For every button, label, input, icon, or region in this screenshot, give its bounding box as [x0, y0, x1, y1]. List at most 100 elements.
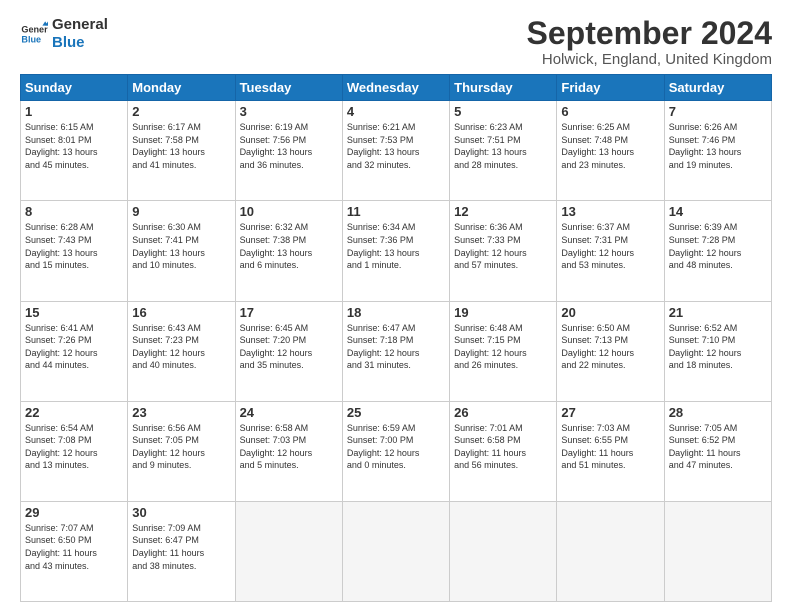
- calendar-cell: 17Sunrise: 6:45 AMSunset: 7:20 PMDayligh…: [235, 301, 342, 401]
- calendar-cell: 15 Sunrise: 6:41 AMSunset: 7:26 PMDayligh…: [21, 301, 128, 401]
- calendar-header-saturday: Saturday: [664, 75, 771, 101]
- day-number: 12: [454, 204, 552, 219]
- calendar-header-sunday: Sunday: [21, 75, 128, 101]
- calendar-header-wednesday: Wednesday: [342, 75, 449, 101]
- location: Holwick, England, United Kingdom: [527, 51, 772, 68]
- calendar-cell: [557, 501, 664, 601]
- calendar-week-row-0: 1 Sunrise: 6:15 AMSunset: 8:01 PMDaylight…: [21, 101, 772, 201]
- day-number: 18: [347, 305, 445, 320]
- day-number: 21: [669, 305, 767, 320]
- cell-text: Sunrise: 6:32 AMSunset: 7:38 PMDaylight:…: [240, 221, 338, 271]
- day-number: 9: [132, 204, 230, 219]
- calendar-week-row-4: 29Sunrise: 7:07 AMSunset: 6:50 PMDayligh…: [21, 501, 772, 601]
- cell-text: Sunrise: 6:25 AMSunset: 7:48 PMDaylight:…: [561, 121, 659, 171]
- day-number: 23: [132, 405, 230, 420]
- logo: General Blue General Blue: [20, 16, 108, 52]
- cell-text: Sunrise: 6:37 AMSunset: 7:31 PMDaylight:…: [561, 221, 659, 271]
- calendar-cell: 11 Sunrise: 6:34 AMSunset: 7:36 PMDayligh…: [342, 201, 449, 301]
- logo-icon: General Blue: [20, 20, 48, 48]
- day-number: 7: [669, 104, 767, 119]
- cell-text: Sunrise: 6:30 AMSunset: 7:41 PMDaylight:…: [132, 221, 230, 271]
- day-number: 15: [25, 305, 123, 320]
- day-number: 11: [347, 204, 445, 219]
- calendar-table: SundayMondayTuesdayWednesdayThursdayFrid…: [20, 74, 772, 602]
- calendar-cell: 8 Sunrise: 6:28 AMSunset: 7:43 PMDaylight…: [21, 201, 128, 301]
- cell-text: Sunrise: 6:48 AMSunset: 7:15 PMDaylight:…: [454, 322, 552, 372]
- calendar-cell: 13 Sunrise: 6:37 AMSunset: 7:31 PMDayligh…: [557, 201, 664, 301]
- calendar-cell: 26Sunrise: 7:01 AMSunset: 6:58 PMDayligh…: [450, 401, 557, 501]
- cell-text: Sunrise: 6:26 AMSunset: 7:46 PMDaylight:…: [669, 121, 767, 171]
- day-number: 20: [561, 305, 659, 320]
- cell-text: Sunrise: 7:07 AMSunset: 6:50 PMDaylight:…: [25, 522, 123, 572]
- calendar-week-row-3: 22 Sunrise: 6:54 AMSunset: 7:08 PMDayligh…: [21, 401, 772, 501]
- calendar-cell: [342, 501, 449, 601]
- month-title: September 2024: [527, 16, 772, 51]
- calendar-cell: 22 Sunrise: 6:54 AMSunset: 7:08 PMDayligh…: [21, 401, 128, 501]
- calendar-cell: 2Sunrise: 6:17 AMSunset: 7:58 PMDaylight…: [128, 101, 235, 201]
- cell-text: Sunrise: 6:34 AMSunset: 7:36 PMDaylight:…: [347, 221, 445, 271]
- logo-blue: Blue: [52, 34, 108, 52]
- calendar-cell: 14 Sunrise: 6:39 AMSunset: 7:28 PMDayligh…: [664, 201, 771, 301]
- calendar-cell: [450, 501, 557, 601]
- calendar-cell: 10 Sunrise: 6:32 AMSunset: 7:38 PMDayligh…: [235, 201, 342, 301]
- calendar-cell: 16 Sunrise: 6:43 AMSunset: 7:23 PMDayligh…: [128, 301, 235, 401]
- day-number: 17: [240, 305, 338, 320]
- calendar-week-row-2: 15 Sunrise: 6:41 AMSunset: 7:26 PMDayligh…: [21, 301, 772, 401]
- calendar-cell: 25 Sunrise: 6:59 AMSunset: 7:00 PMDayligh…: [342, 401, 449, 501]
- cell-text: Sunrise: 6:43 AMSunset: 7:23 PMDaylight:…: [132, 322, 230, 372]
- calendar-cell: 29Sunrise: 7:07 AMSunset: 6:50 PMDayligh…: [21, 501, 128, 601]
- cell-text: Sunrise: 6:39 AMSunset: 7:28 PMDaylight:…: [669, 221, 767, 271]
- header: General Blue General Blue September 2024…: [20, 16, 772, 68]
- calendar-cell: 30Sunrise: 7:09 AMSunset: 6:47 PMDayligh…: [128, 501, 235, 601]
- day-number: 8: [25, 204, 123, 219]
- calendar-header-friday: Friday: [557, 75, 664, 101]
- page: General Blue General Blue September 2024…: [0, 0, 792, 612]
- day-number: 19: [454, 305, 552, 320]
- day-number: 24: [240, 405, 338, 420]
- cell-text: Sunrise: 6:28 AMSunset: 7:43 PMDaylight:…: [25, 221, 123, 271]
- cell-text: Sunrise: 6:52 AMSunset: 7:10 PMDaylight:…: [669, 322, 767, 372]
- day-number: 13: [561, 204, 659, 219]
- cell-text: Sunrise: 6:54 AMSunset: 7:08 PMDaylight:…: [25, 422, 123, 472]
- cell-text: Sunrise: 6:17 AMSunset: 7:58 PMDaylight:…: [132, 121, 230, 171]
- calendar-cell: 4Sunrise: 6:21 AMSunset: 7:53 PMDaylight…: [342, 101, 449, 201]
- calendar-header-monday: Monday: [128, 75, 235, 101]
- day-number: 22: [25, 405, 123, 420]
- cell-text: Sunrise: 6:15 AMSunset: 8:01 PMDaylight:…: [25, 121, 123, 171]
- day-number: 1: [25, 104, 123, 119]
- day-number: 16: [132, 305, 230, 320]
- cell-text: Sunrise: 6:47 AMSunset: 7:18 PMDaylight:…: [347, 322, 445, 372]
- cell-text: Sunrise: 6:56 AMSunset: 7:05 PMDaylight:…: [132, 422, 230, 472]
- day-number: 5: [454, 104, 552, 119]
- cell-text: Sunrise: 6:41 AMSunset: 7:26 PMDaylight:…: [25, 322, 123, 372]
- day-number: 25: [347, 405, 445, 420]
- calendar-cell: [235, 501, 342, 601]
- day-number: 14: [669, 204, 767, 219]
- cell-text: Sunrise: 6:19 AMSunset: 7:56 PMDaylight:…: [240, 121, 338, 171]
- day-number: 4: [347, 104, 445, 119]
- calendar-cell: 12 Sunrise: 6:36 AMSunset: 7:33 PMDayligh…: [450, 201, 557, 301]
- title-block: September 2024 Holwick, England, United …: [527, 16, 772, 68]
- svg-text:General: General: [21, 25, 48, 35]
- calendar-cell: 1 Sunrise: 6:15 AMSunset: 8:01 PMDaylight…: [21, 101, 128, 201]
- day-number: 26: [454, 405, 552, 420]
- calendar-cell: 20 Sunrise: 6:50 AMSunset: 7:13 PMDayligh…: [557, 301, 664, 401]
- calendar-header-tuesday: Tuesday: [235, 75, 342, 101]
- svg-text:Blue: Blue: [21, 34, 41, 44]
- cell-text: Sunrise: 6:50 AMSunset: 7:13 PMDaylight:…: [561, 322, 659, 372]
- calendar-cell: 27Sunrise: 7:03 AMSunset: 6:55 PMDayligh…: [557, 401, 664, 501]
- day-number: 28: [669, 405, 767, 420]
- calendar-week-row-1: 8 Sunrise: 6:28 AMSunset: 7:43 PMDaylight…: [21, 201, 772, 301]
- logo-general: General: [52, 16, 108, 34]
- day-number: 10: [240, 204, 338, 219]
- cell-text: Sunrise: 7:09 AMSunset: 6:47 PMDaylight:…: [132, 522, 230, 572]
- calendar-cell: 19 Sunrise: 6:48 AMSunset: 7:15 PMDayligh…: [450, 301, 557, 401]
- cell-text: Sunrise: 6:59 AMSunset: 7:00 PMDaylight:…: [347, 422, 445, 472]
- calendar-cell: 21 Sunrise: 6:52 AMSunset: 7:10 PMDayligh…: [664, 301, 771, 401]
- cell-text: Sunrise: 6:36 AMSunset: 7:33 PMDaylight:…: [454, 221, 552, 271]
- calendar-header-row: SundayMondayTuesdayWednesdayThursdayFrid…: [21, 75, 772, 101]
- calendar-cell: 24Sunrise: 6:58 AMSunset: 7:03 PMDayligh…: [235, 401, 342, 501]
- calendar-cell: 23 Sunrise: 6:56 AMSunset: 7:05 PMDayligh…: [128, 401, 235, 501]
- calendar-cell: 6Sunrise: 6:25 AMSunset: 7:48 PMDaylight…: [557, 101, 664, 201]
- calendar-cell: 7 Sunrise: 6:26 AMSunset: 7:46 PMDaylight…: [664, 101, 771, 201]
